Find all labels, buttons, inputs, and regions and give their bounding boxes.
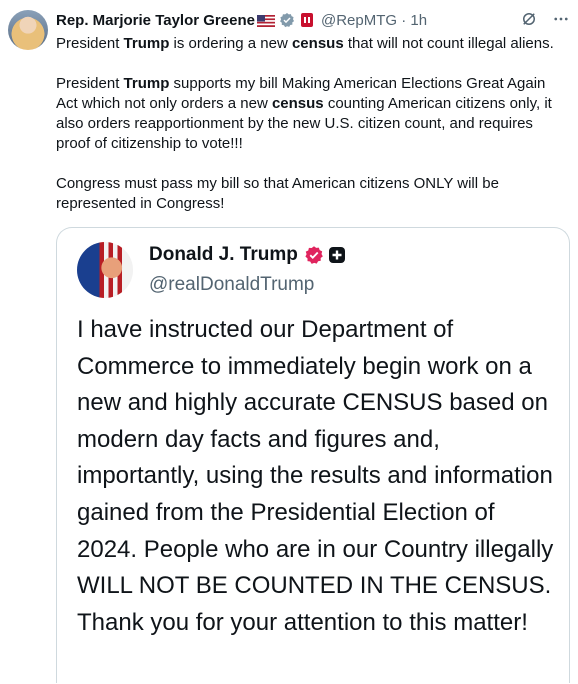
tweet-line-1: President Trump is ordering a new census… (56, 35, 554, 52)
avatar[interactable] (8, 10, 48, 50)
grok-icon[interactable] (520, 10, 538, 28)
verified-pink-icon[interactable] (304, 245, 324, 265)
tweet-actions (520, 10, 570, 28)
us-flag-icon (256, 15, 275, 27)
quoted-tweet-text: I have instructed our Department of Comm… (77, 316, 554, 636)
government-badge-icon (300, 13, 313, 27)
quoted-avatar[interactable] (77, 242, 133, 298)
author-name[interactable]: Rep. Marjorie Taylor Greene (56, 12, 255, 29)
tweet-paragraph-2: President Trump supports my bill Making … (56, 75, 552, 152)
quoted-author-handle[interactable]: @realDonaldTrump (149, 274, 314, 296)
verified-gray-icon[interactable] (279, 12, 295, 28)
quoted-author-row: Donald J. Trump (149, 244, 346, 266)
tweet-header: Rep. Marjorie Taylor Greene @RepMTG · 1h (56, 10, 427, 30)
tweet-time: 1h (410, 11, 428, 29)
affiliate-plus-icon[interactable] (328, 246, 346, 264)
more-dots-icon[interactable] (552, 10, 570, 28)
tweet-paragraph-3: Congress must pass my bill so that Ameri… (56, 175, 499, 212)
quoted-tweet[interactable]: Donald J. Trump @realDonaldTrump I have … (56, 227, 570, 683)
author-handle[interactable]: @RepMTG · 1h (321, 12, 427, 29)
tweet[interactable]: Rep. Marjorie Taylor Greene @RepMTG · 1h… (0, 0, 578, 684)
quoted-author-name[interactable]: Donald J. Trump (149, 244, 298, 266)
